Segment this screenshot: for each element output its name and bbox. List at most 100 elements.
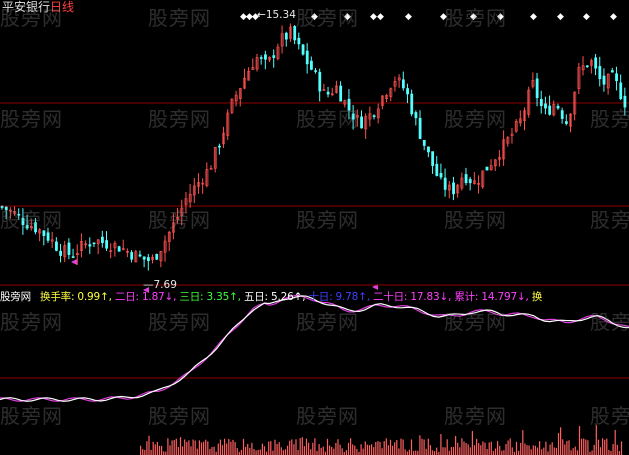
volume-bar bbox=[536, 447, 539, 455]
volume-bar bbox=[560, 427, 562, 455]
volume-bar bbox=[186, 441, 188, 455]
candle-body bbox=[544, 103, 547, 109]
candle-body bbox=[17, 213, 21, 216]
volume-bar bbox=[209, 449, 211, 455]
volume-bar bbox=[478, 443, 480, 455]
volume-bar bbox=[394, 442, 396, 455]
volume-bar bbox=[305, 438, 308, 455]
candle-body bbox=[439, 173, 443, 178]
volume-bar bbox=[450, 447, 452, 455]
volume-bar bbox=[511, 447, 513, 455]
star-marker: ◆ bbox=[311, 12, 318, 22]
volume-bar bbox=[541, 449, 543, 455]
volume-bar bbox=[469, 447, 471, 455]
volume-bar bbox=[444, 447, 446, 455]
volume-bar bbox=[528, 445, 530, 455]
candle-body bbox=[297, 37, 301, 45]
volume-bar bbox=[557, 433, 560, 455]
volume-bar bbox=[352, 444, 354, 455]
star-marker: ◆ bbox=[440, 12, 447, 22]
volume-bar bbox=[326, 438, 329, 455]
high-price-label: ←15.34 bbox=[257, 9, 296, 21]
candle-body bbox=[301, 44, 305, 55]
volume-bar bbox=[553, 447, 555, 455]
volume-bar bbox=[488, 442, 490, 455]
volume-bar bbox=[381, 448, 383, 455]
volume-bar bbox=[331, 446, 333, 455]
volume-bar bbox=[322, 446, 324, 455]
candle-body bbox=[360, 116, 363, 129]
candle-body bbox=[401, 79, 405, 89]
volume-bar bbox=[490, 441, 492, 455]
volume-bar bbox=[406, 451, 408, 455]
candle-body bbox=[615, 73, 618, 82]
volume-bar bbox=[284, 449, 287, 455]
volume-bar bbox=[507, 440, 509, 455]
candle-body bbox=[305, 50, 309, 65]
volume-bar bbox=[614, 429, 616, 455]
volume-bar bbox=[190, 446, 192, 455]
volume-bar bbox=[419, 435, 421, 455]
candle-body bbox=[414, 112, 418, 119]
volume-bar bbox=[616, 444, 618, 455]
candle-body bbox=[410, 93, 414, 115]
volume-bar bbox=[597, 439, 599, 455]
volume-bar bbox=[373, 447, 375, 455]
volume-bar bbox=[293, 444, 295, 455]
volume-bar bbox=[564, 444, 566, 455]
candle-body bbox=[101, 236, 104, 243]
volume-bar bbox=[455, 435, 457, 455]
volume-bar bbox=[177, 446, 179, 455]
volume-bar bbox=[459, 447, 461, 455]
volume-bar bbox=[620, 441, 623, 455]
volume-bar bbox=[161, 445, 163, 455]
volume-bar bbox=[240, 449, 242, 455]
volume-bar bbox=[272, 450, 274, 455]
candle-body bbox=[539, 99, 543, 107]
volume-bar bbox=[268, 441, 270, 455]
volume-bar bbox=[257, 449, 259, 455]
volume-bar bbox=[415, 450, 417, 455]
candle-body bbox=[0, 206, 4, 208]
volume-bar bbox=[461, 438, 463, 455]
volume-bar bbox=[316, 450, 318, 455]
candle-body bbox=[556, 105, 560, 109]
volume-bar bbox=[165, 451, 167, 455]
volume-bar bbox=[368, 445, 371, 455]
candle-body bbox=[155, 254, 159, 260]
candle-body bbox=[435, 163, 439, 176]
volume-bar bbox=[182, 446, 184, 455]
volume-bar bbox=[196, 448, 198, 455]
volume-bar bbox=[169, 445, 171, 455]
volume-bar bbox=[532, 445, 534, 455]
volume-bar bbox=[175, 438, 177, 455]
volume-bar bbox=[192, 439, 194, 455]
volume-bar bbox=[156, 442, 158, 455]
volume-bar bbox=[436, 447, 438, 455]
high-price-value: 15.34 bbox=[265, 9, 296, 21]
volume-bars bbox=[140, 425, 623, 455]
volume-bar bbox=[205, 439, 207, 455]
candle-body bbox=[59, 250, 63, 256]
volume-bar bbox=[203, 441, 205, 455]
price-chart[interactable]: ◆ ◆ ◆ ◆ ◆ ◆ ◆ ◆ ◆ ◆ ◆ ◆ ◆ ◆ ◆ bbox=[0, 0, 629, 455]
volume-bar bbox=[282, 450, 284, 455]
volume-bar bbox=[144, 449, 146, 455]
volume-bar bbox=[530, 449, 532, 455]
volume-bar bbox=[335, 442, 337, 455]
volume-bar bbox=[587, 440, 589, 455]
volume-bar bbox=[570, 450, 572, 455]
star-marker: ◆ bbox=[583, 12, 590, 22]
volume-bar bbox=[379, 441, 381, 455]
candle-body bbox=[293, 26, 297, 41]
volume-bar bbox=[167, 438, 169, 455]
volume-bar bbox=[318, 444, 320, 455]
volume-bar bbox=[425, 448, 427, 455]
volume-bar bbox=[347, 442, 350, 455]
candle-body bbox=[464, 174, 468, 184]
turnover-line-cumulative bbox=[0, 294, 629, 402]
volume-bar bbox=[247, 443, 249, 455]
candle-body bbox=[92, 242, 96, 245]
volume-bar bbox=[585, 439, 587, 455]
volume-bar bbox=[333, 448, 335, 455]
